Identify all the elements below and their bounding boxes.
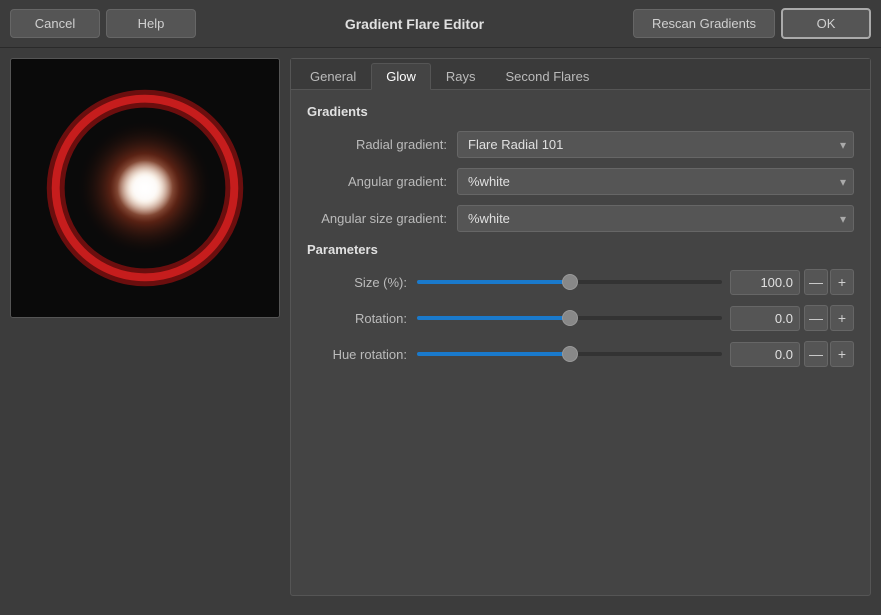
tab-content-glow: Gradients Radial gradient: Flare Radial …	[291, 90, 870, 595]
radial-gradient-label: Radial gradient:	[307, 137, 457, 152]
main-area: General Glow Rays Second Flares Gradient…	[0, 48, 881, 606]
angular-size-gradient-row: Angular size gradient: %white ▾	[307, 205, 854, 232]
rotation-slider-wrapper	[417, 308, 722, 328]
radial-gradient-dropdown[interactable]: Flare Radial 101	[457, 131, 854, 158]
cancel-button[interactable]: Cancel	[10, 9, 100, 38]
angular-size-gradient-dropdown[interactable]: %white	[457, 205, 854, 232]
editor-panel: General Glow Rays Second Flares Gradient…	[290, 58, 871, 596]
hue-decrement-button[interactable]: —	[804, 341, 828, 367]
angular-gradient-label: Angular gradient:	[307, 174, 457, 189]
editor-title: Gradient Flare Editor	[202, 16, 627, 32]
size-increment-button[interactable]: +	[830, 269, 854, 295]
size-slider-wrapper	[417, 272, 722, 292]
angular-gradient-dropdown[interactable]: %white	[457, 168, 854, 195]
radial-gradient-row: Radial gradient: Flare Radial 101 ▾	[307, 131, 854, 158]
size-slider[interactable]	[417, 280, 722, 284]
hue-increment-button[interactable]: +	[830, 341, 854, 367]
parameters-section-header: Parameters	[307, 242, 854, 257]
tabs-bar: General Glow Rays Second Flares	[291, 59, 870, 90]
size-steppers: — +	[804, 269, 854, 295]
hue-rotation-value-input[interactable]	[730, 342, 800, 367]
hue-slider-wrapper	[417, 344, 722, 364]
rotation-slider[interactable]	[417, 316, 722, 320]
size-value-input[interactable]	[730, 270, 800, 295]
hue-rotation-steppers: — +	[804, 341, 854, 367]
preview-panel	[10, 58, 280, 318]
angular-gradient-dropdown-wrapper: %white ▾	[457, 168, 854, 195]
rotation-steppers: — +	[804, 305, 854, 331]
angular-size-gradient-dropdown-wrapper: %white ▾	[457, 205, 854, 232]
gradients-section-header: Gradients	[307, 104, 854, 119]
rotation-label: Rotation:	[307, 311, 417, 326]
rotation-value-input[interactable]	[730, 306, 800, 331]
tab-second-flares[interactable]: Second Flares	[491, 63, 605, 89]
preview-canvas	[11, 59, 279, 317]
help-button[interactable]: Help	[106, 9, 196, 38]
hue-rotation-slider[interactable]	[417, 352, 722, 356]
size-decrement-button[interactable]: —	[804, 269, 828, 295]
rescan-gradients-button[interactable]: Rescan Gradients	[633, 9, 775, 38]
angular-gradient-row: Angular gradient: %white ▾	[307, 168, 854, 195]
size-row: Size (%): — +	[307, 269, 854, 295]
size-label: Size (%):	[307, 275, 417, 290]
tab-glow[interactable]: Glow	[371, 63, 431, 90]
rotation-decrement-button[interactable]: —	[804, 305, 828, 331]
angular-size-gradient-label: Angular size gradient:	[307, 211, 457, 226]
radial-gradient-dropdown-wrapper: Flare Radial 101 ▾	[457, 131, 854, 158]
hue-rotation-label: Hue rotation:	[307, 347, 417, 362]
hue-rotation-row: Hue rotation: — +	[307, 341, 854, 367]
parameters-section: Parameters Size (%): — + Rotation:	[307, 242, 854, 367]
rotation-row: Rotation: — +	[307, 305, 854, 331]
toolbar: Cancel Help Gradient Flare Editor Rescan…	[0, 0, 881, 48]
tab-rays[interactable]: Rays	[431, 63, 491, 89]
tab-general[interactable]: General	[295, 63, 371, 89]
ok-button[interactable]: OK	[781, 8, 871, 39]
rotation-increment-button[interactable]: +	[830, 305, 854, 331]
